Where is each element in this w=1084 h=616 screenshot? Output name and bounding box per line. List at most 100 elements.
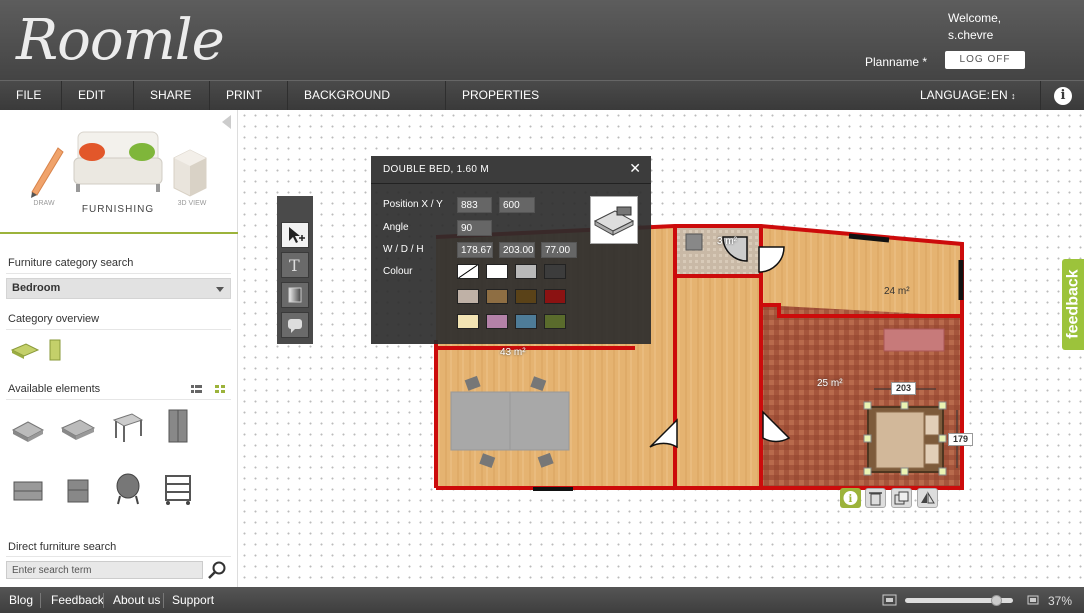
menu-file[interactable]: FILE: [0, 81, 62, 111]
furniture-search-input[interactable]: [6, 561, 203, 579]
category-select[interactable]: Bedroom: [6, 278, 231, 299]
zoom-slider-handle[interactable]: [991, 595, 1002, 606]
separator: [6, 329, 231, 330]
duplicate-button[interactable]: [891, 488, 912, 508]
dresser-thumb[interactable]: [10, 472, 46, 508]
dimension-width[interactable]: 203: [891, 382, 916, 395]
colour-swatch[interactable]: [457, 314, 479, 329]
shelf-cart-thumb[interactable]: [160, 470, 196, 506]
colour-swatch[interactable]: [457, 289, 479, 304]
properties-dialog: DOUBLE BED, 1.60 M ✕ Position X / Y 883 …: [371, 156, 651, 344]
zoom-value: 37%: [1048, 594, 1073, 608]
footer-link-feedback[interactable]: Feedback: [51, 587, 104, 614]
cursor-move-icon: [289, 227, 305, 243]
colour-swatch[interactable]: [515, 314, 537, 329]
object-info-button[interactable]: i: [840, 488, 861, 508]
logoff-button[interactable]: LOG OFF: [945, 51, 1025, 69]
room-label-24: 24 m²: [884, 286, 910, 297]
mirror-button[interactable]: [917, 488, 938, 508]
category-overview-label: Category overview: [8, 313, 100, 325]
text-tool[interactable]: T: [281, 252, 309, 278]
dialog-title: DOUBLE BED, 1.60 M: [383, 164, 489, 175]
left-panel: DRAW FURNISHING 3D VIEW Furniture catego…: [0, 110, 238, 587]
nightstand-thumb[interactable]: [60, 472, 96, 508]
cube-icon: [173, 149, 207, 197]
colour-swatch[interactable]: [544, 314, 566, 329]
colour-swatch[interactable]: [486, 264, 508, 279]
copy-icon: [894, 491, 909, 505]
swatch-none[interactable]: [457, 264, 479, 279]
colour-swatch[interactable]: [515, 264, 537, 279]
category-overview-thumbs[interactable]: [10, 338, 70, 362]
footer-link-blog[interactable]: Blog: [9, 587, 33, 614]
comment-tool[interactable]: [281, 312, 309, 338]
welcome-text: Welcome, s.chevre: [948, 10, 1001, 44]
menu-properties[interactable]: PROPERTIES: [446, 81, 546, 111]
menu-bar: FILE EDIT SHARE PRINT BACKGROUND IMAGE P…: [0, 80, 1084, 131]
zoom-in-icon[interactable]: [1027, 595, 1039, 605]
colour-swatch[interactable]: [515, 289, 537, 304]
delete-button[interactable]: [865, 488, 886, 508]
gradient-icon: [288, 287, 302, 303]
search-icon[interactable]: [205, 560, 229, 580]
menu-share[interactable]: SHARE: [134, 81, 210, 111]
desk-thumb[interactable]: [110, 408, 146, 444]
height-field[interactable]: 77.00: [541, 242, 577, 258]
mode-draw-label: DRAW: [33, 200, 55, 207]
colour-swatch[interactable]: [544, 264, 566, 279]
dresser: [883, 328, 945, 352]
separator: [6, 556, 231, 557]
double-bed-thumb[interactable]: [60, 410, 96, 446]
position-x-field[interactable]: 883: [457, 197, 492, 213]
sofa-icon: [73, 131, 163, 192]
wdh-label: W / D / H: [383, 244, 424, 255]
collapse-panel-icon[interactable]: [222, 115, 231, 129]
floor-plan[interactable]: [239, 110, 1084, 587]
single-bed-thumb[interactable]: [10, 410, 46, 446]
zoom-out-icon[interactable]: [882, 594, 897, 606]
menu-edit[interactable]: EDIT: [62, 81, 134, 111]
colour-swatch[interactable]: [544, 289, 566, 304]
zoom-slider[interactable]: [905, 595, 1013, 606]
depth-field[interactable]: 203.00: [499, 242, 535, 258]
mode-furnishing-label: FURNISHING: [81, 204, 155, 215]
menu-print[interactable]: PRINT: [210, 81, 288, 111]
grid-view-icon[interactable]: [215, 385, 226, 394]
separator: [6, 399, 231, 400]
pencil-icon: [31, 147, 64, 198]
wardrobe-thumb[interactable]: [160, 408, 196, 444]
gradient-tool[interactable]: [281, 282, 309, 308]
feedback-tab[interactable]: feedback: [1062, 259, 1084, 350]
colour-swatch[interactable]: [486, 289, 508, 304]
menu-background-image[interactable]: BACKGROUND IMAGE: [288, 81, 446, 131]
svg-text:i: i: [849, 494, 853, 505]
colour-label: Colour: [383, 266, 413, 277]
updown-icon: ↕: [1011, 91, 1016, 101]
armchair-thumb[interactable]: [110, 470, 146, 506]
mode-draw[interactable]: DRAW: [22, 140, 66, 207]
available-elements-label: Available elements: [8, 383, 101, 395]
footer-link-about[interactable]: About us: [113, 587, 160, 614]
select-move-tool[interactable]: [281, 222, 309, 248]
width-field[interactable]: 178.67: [457, 242, 493, 258]
colour-swatch[interactable]: [486, 314, 508, 329]
bed-category-icon: [10, 343, 40, 359]
angle-label: Angle: [383, 222, 409, 233]
angle-field[interactable]: 90: [457, 220, 492, 236]
list-view-icon[interactable]: [191, 385, 202, 394]
footer-link-support[interactable]: Support: [172, 587, 214, 614]
position-y-field[interactable]: 600: [499, 197, 535, 213]
position-label: Position X / Y: [383, 199, 443, 210]
dimension-height[interactable]: 179: [948, 433, 973, 446]
separator: [40, 593, 41, 608]
room-label-bath: 3 m²: [717, 236, 737, 247]
separator: [163, 593, 164, 608]
language-select[interactable]: EN ↕: [991, 81, 1016, 111]
plan-name[interactable]: Planname *: [865, 55, 927, 69]
plan-canvas[interactable]: 43 m² 3 m² 24 m² 25 m² 203 179: [239, 110, 1084, 587]
info-icon[interactable]: i: [1054, 87, 1072, 105]
mode-furnishing[interactable]: FURNISHING: [70, 124, 166, 215]
feedback-tab-label: feedback: [1064, 269, 1082, 339]
close-icon[interactable]: ✕: [629, 160, 641, 177]
mode-3d-view[interactable]: 3D VIEW: [170, 140, 214, 207]
